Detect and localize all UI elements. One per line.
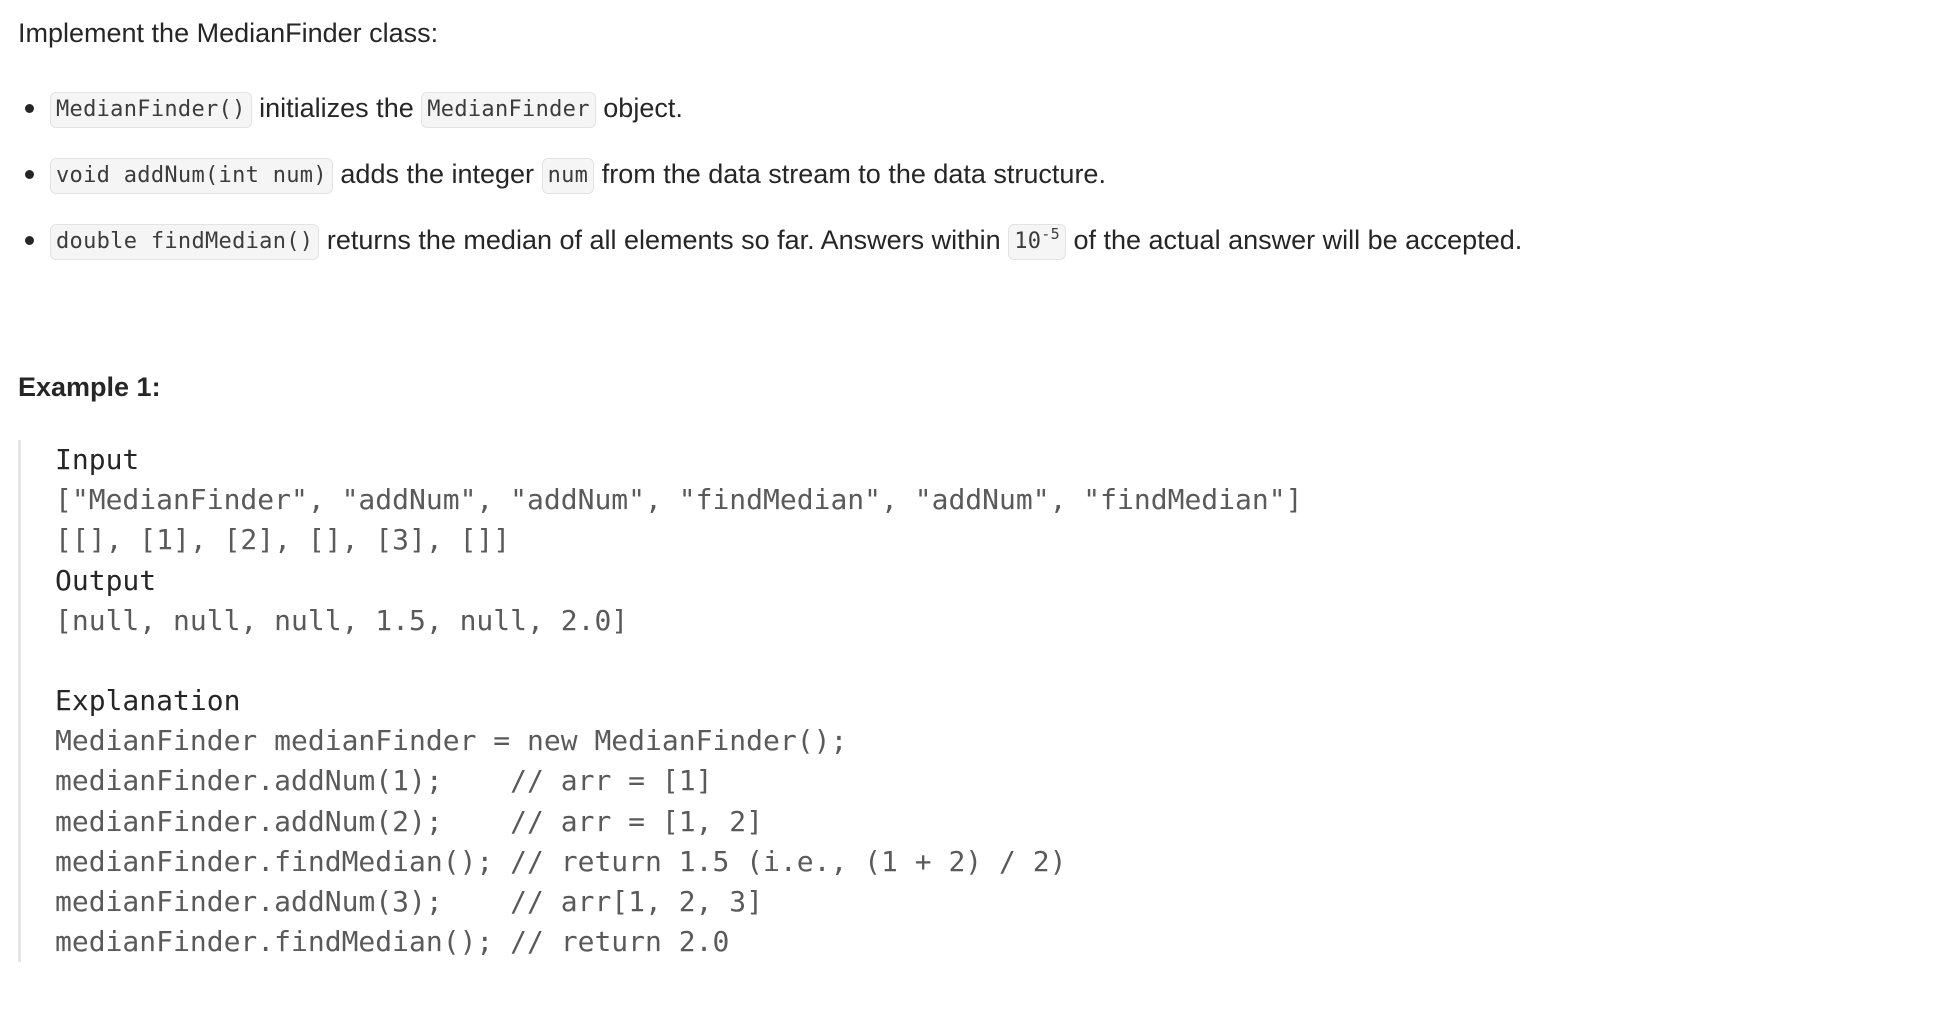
explanation-line: medianFinder.findMedian(); // return 1.5… <box>55 844 1067 878</box>
output-values: [null, null, null, 1.5, null, 2.0] <box>55 603 629 637</box>
method-description: returns the median of all elements so fa… <box>319 225 1009 255</box>
method-item-addnum: void addNum(int num) adds the integer nu… <box>18 152 1522 196</box>
inline-code-exponent: 10-5 <box>1008 224 1066 260</box>
bullet-dot-icon <box>25 104 34 113</box>
method-description: from the data stream to the data structu… <box>594 159 1106 189</box>
method-description: of the actual answer will be accepted. <box>1065 225 1523 255</box>
method-description: initializes the <box>251 93 422 123</box>
method-item-findmedian: double findMedian() returns the median o… <box>18 218 1522 262</box>
explanation-line: MedianFinder medianFinder = new MedianFi… <box>55 724 848 758</box>
inline-code: void addNum(int num) <box>50 158 333 194</box>
inline-code: MedianFinder() <box>50 92 252 128</box>
method-description: adds the integer <box>332 159 542 189</box>
exponent-base: 10 <box>1014 229 1042 254</box>
method-description: object. <box>595 93 683 123</box>
output-label: Output <box>55 563 157 597</box>
bullet-dot-icon <box>25 236 34 245</box>
inline-code: num <box>541 158 595 194</box>
input-label: Input <box>55 443 140 476</box>
inline-code: double findMedian() <box>50 224 320 260</box>
example-pre: Input ["MedianFinder", "addNum", "addNum"… <box>21 440 1421 962</box>
inline-code: MedianFinder <box>421 92 596 128</box>
intro-text: Implement the MedianFinder class: <box>18 18 439 48</box>
explanation-line: medianFinder.findMedian(); // return 2.0 <box>55 925 730 959</box>
exponent-power: -5 <box>1041 225 1060 243</box>
explanation-line: medianFinder.addNum(3); // arr[1, 2, 3] <box>55 885 764 919</box>
input-arguments: [[], [1], [2], [], [3], []] <box>55 523 511 557</box>
explanation-line: medianFinder.addNum(2); // arr = [1, 2] <box>55 804 764 838</box>
method-list: MedianFinder() initializes the MedianFin… <box>18 86 1522 284</box>
example-code-block: Input ["MedianFinder", "addNum", "addNum"… <box>18 440 1421 962</box>
explanation-label: Explanation <box>55 684 241 718</box>
bullet-dot-icon <box>25 170 34 179</box>
example-title: Example 1: <box>18 372 161 402</box>
explanation-line: medianFinder.addNum(1); // arr = [1] <box>55 764 713 798</box>
input-operations: ["MedianFinder", "addNum", "addNum", "fi… <box>55 483 1303 517</box>
method-item-constructor: MedianFinder() initializes the MedianFin… <box>18 86 1522 130</box>
